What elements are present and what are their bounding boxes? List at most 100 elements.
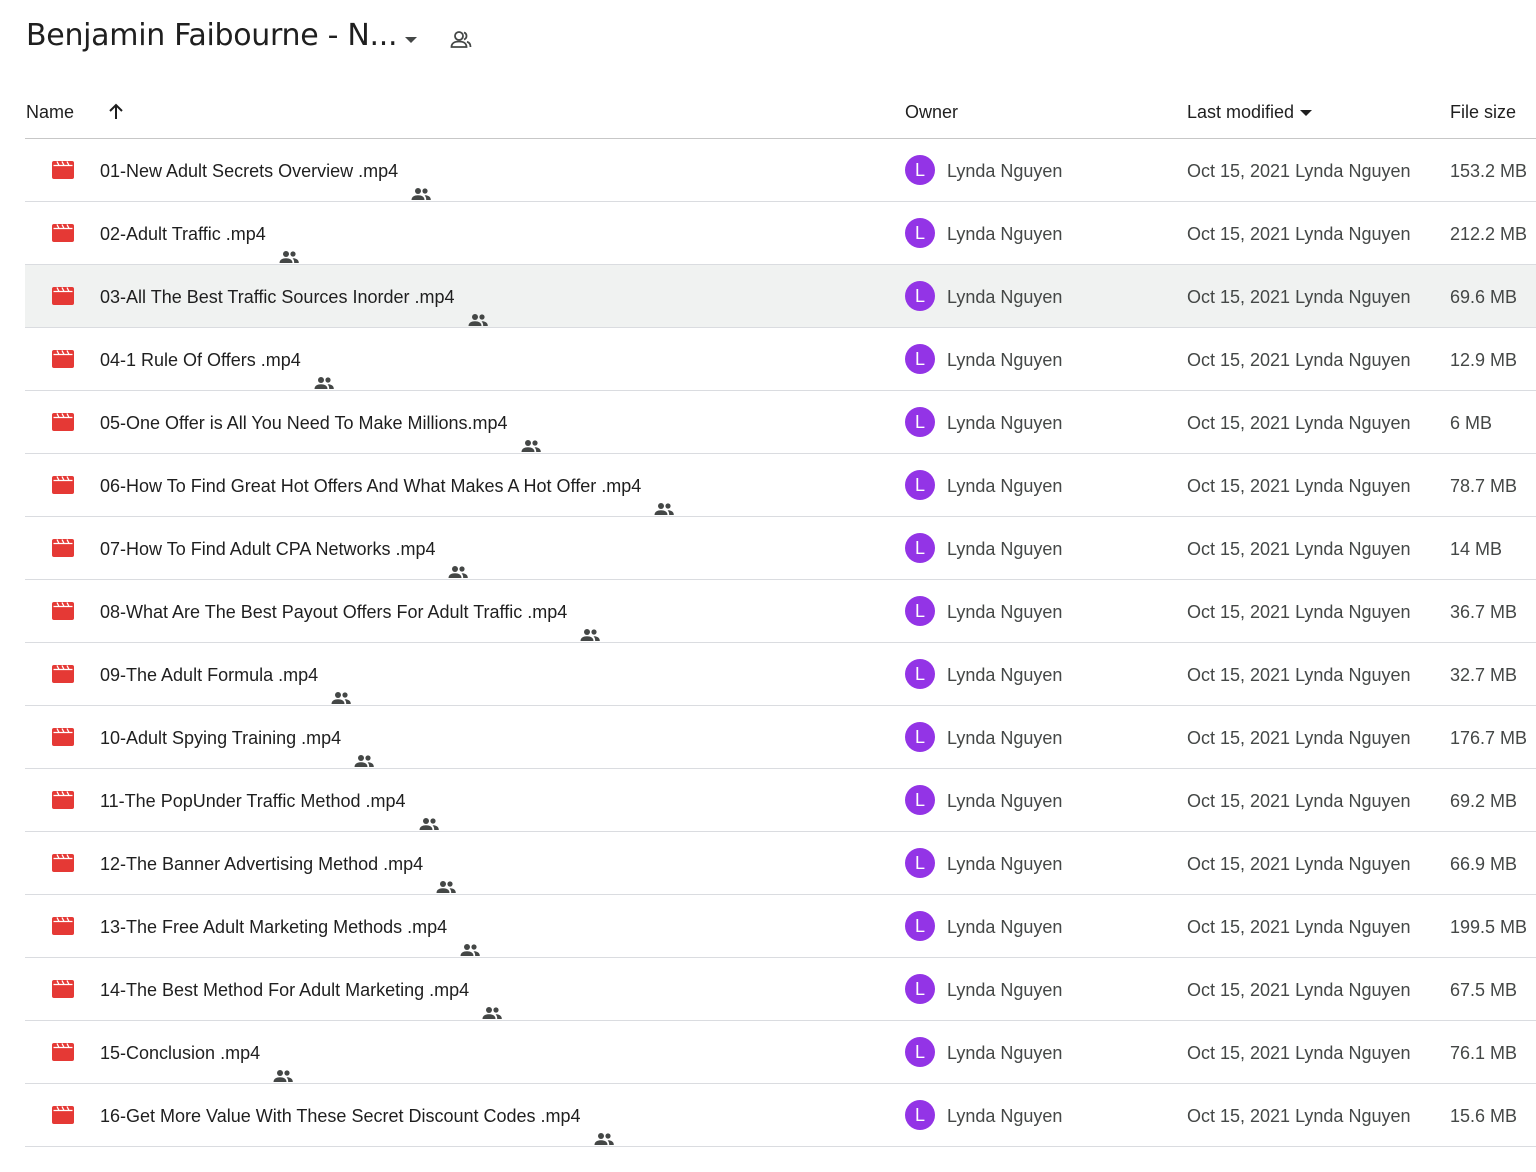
owner-name: Lynda Nguyen <box>947 161 1063 181</box>
column-owner-header[interactable]: Owner <box>905 82 958 138</box>
owner-avatar[interactable]: L <box>905 1037 935 1067</box>
file-row[interactable]: 12-The Banner Advertising Method .mp4 L … <box>25 832 1536 895</box>
file-name[interactable]: 16-Get More Value With These Secret Disc… <box>100 1084 615 1146</box>
person-outline-icon[interactable] <box>448 27 474 53</box>
owner-name: Lynda Nguyen <box>947 539 1063 559</box>
file-size: 67.5 MB <box>1450 980 1518 1000</box>
video-file-icon <box>52 665 74 683</box>
caret-down-icon[interactable] <box>400 30 422 50</box>
last-modified: Oct 15, 2021 Lynda Nguyen <box>1187 854 1411 874</box>
owner-name: Lynda Nguyen <box>947 1043 1063 1063</box>
file-size: 14 MB <box>1450 539 1503 559</box>
shared-people-icon <box>330 667 352 705</box>
owner-avatar[interactable]: L <box>905 911 935 941</box>
file-row[interactable]: 01-New Adult Secrets Overview .mp4 L Lyn… <box>25 139 1536 202</box>
last-modified: Oct 15, 2021 Lynda Nguyen <box>1187 1106 1411 1126</box>
owner-avatar[interactable]: L <box>905 155 935 185</box>
owner-avatar[interactable]: L <box>905 1100 935 1130</box>
file-name-text: 12-The Banner Advertising Method .mp4 <box>100 854 424 874</box>
video-file-icon <box>52 287 74 305</box>
owner-avatar[interactable]: L <box>905 596 935 626</box>
owner-avatar[interactable]: L <box>905 533 935 563</box>
file-row[interactable]: 15-Conclusion .mp4 L Lynda Nguyen Oct 15… <box>25 1021 1536 1084</box>
owner-avatar[interactable]: L <box>905 722 935 752</box>
shared-people-icon <box>467 289 489 327</box>
column-name-header[interactable]: Name <box>26 82 74 138</box>
file-row[interactable]: 04-1 Rule Of Offers .mp4 L Lynda Nguyen … <box>25 328 1536 391</box>
file-row[interactable]: 16-Get More Value With These Secret Disc… <box>25 1084 1536 1147</box>
column-file-size-header[interactable]: File size <box>1450 82 1516 138</box>
file-name[interactable]: 04-1 Rule Of Offers .mp4 <box>100 328 335 390</box>
video-file-icon <box>52 476 74 494</box>
video-file-icon <box>52 980 74 998</box>
owner-avatar[interactable]: L <box>905 218 935 248</box>
file-list: 01-New Adult Secrets Overview .mp4 L Lyn… <box>25 139 1536 1147</box>
file-name-text: 03-All The Best Traffic Sources Inorder … <box>100 287 455 307</box>
video-file-icon <box>52 728 74 746</box>
file-size: 176.7 MB <box>1450 728 1528 748</box>
owner-name: Lynda Nguyen <box>947 728 1063 748</box>
file-name-text: 16-Get More Value With These Secret Disc… <box>100 1106 581 1126</box>
shared-people-icon <box>435 856 457 894</box>
last-modified: Oct 15, 2021 Lynda Nguyen <box>1187 791 1411 811</box>
file-name[interactable]: 07-How To Find Adult CPA Networks .mp4 <box>100 517 469 579</box>
arrow-up-icon[interactable] <box>105 101 127 123</box>
file-name-text: 04-1 Rule Of Offers .mp4 <box>100 350 301 370</box>
file-row[interactable]: 02-Adult Traffic .mp4 L Lynda Nguyen Oct… <box>25 202 1536 265</box>
file-name[interactable]: 14-The Best Method For Adult Marketing .… <box>100 958 503 1020</box>
file-size: 69.6 MB <box>1450 287 1518 307</box>
file-size: 12.9 MB <box>1450 350 1518 370</box>
owner-avatar[interactable]: L <box>905 407 935 437</box>
file-row[interactable]: 14-The Best Method For Adult Marketing .… <box>25 958 1536 1021</box>
file-name[interactable]: 13-The Free Adult Marketing Methods .mp4 <box>100 895 481 957</box>
last-modified: Oct 15, 2021 Lynda Nguyen <box>1187 350 1411 370</box>
owner-avatar[interactable]: L <box>905 785 935 815</box>
file-row[interactable]: 06-How To Find Great Hot Offers And What… <box>25 454 1536 517</box>
file-name[interactable]: 10-Adult Spying Training .mp4 <box>100 706 375 768</box>
shared-people-icon <box>278 226 300 264</box>
video-file-icon <box>52 1043 74 1061</box>
file-row[interactable]: 03-All The Best Traffic Sources Inorder … <box>25 265 1536 328</box>
last-modified: Oct 15, 2021 Lynda Nguyen <box>1187 539 1411 559</box>
file-row[interactable]: 13-The Free Adult Marketing Methods .mp4… <box>25 895 1536 958</box>
video-file-icon <box>52 854 74 872</box>
file-row[interactable]: 10-Adult Spying Training .mp4 L Lynda Ng… <box>25 706 1536 769</box>
file-name[interactable]: 09-The Adult Formula .mp4 <box>100 643 352 705</box>
file-row[interactable]: 05-One Offer is All You Need To Make Mil… <box>25 391 1536 454</box>
column-last-modified-header[interactable]: Last modified <box>1187 82 1314 138</box>
folder-header: Benjamin Faibourne - N... <box>0 0 1536 80</box>
file-size: 69.2 MB <box>1450 791 1518 811</box>
file-name[interactable]: 05-One Offer is All You Need To Make Mil… <box>100 391 542 453</box>
owner-avatar[interactable]: L <box>905 281 935 311</box>
file-name[interactable]: 11-The PopUnder Traffic Method .mp4 <box>100 769 440 831</box>
file-name[interactable]: 06-How To Find Great Hot Offers And What… <box>100 454 675 516</box>
file-name[interactable]: 01-New Adult Secrets Overview .mp4 <box>100 139 432 201</box>
owner-name: Lynda Nguyen <box>947 917 1063 937</box>
file-name[interactable]: 02-Adult Traffic .mp4 <box>100 202 300 264</box>
shared-people-icon <box>593 1108 615 1146</box>
file-row[interactable]: 09-The Adult Formula .mp4 L Lynda Nguyen… <box>25 643 1536 706</box>
file-row[interactable]: 11-The PopUnder Traffic Method .mp4 L Ly… <box>25 769 1536 832</box>
file-name[interactable]: 15-Conclusion .mp4 <box>100 1021 294 1083</box>
owner-avatar[interactable]: L <box>905 344 935 374</box>
owner-avatar[interactable]: L <box>905 659 935 689</box>
file-name[interactable]: 12-The Banner Advertising Method .mp4 <box>100 832 457 894</box>
file-name-text: 05-One Offer is All You Need To Make Mil… <box>100 413 508 433</box>
owner-avatar[interactable]: L <box>905 848 935 878</box>
file-size: 212.2 MB <box>1450 224 1528 244</box>
owner-avatar[interactable]: L <box>905 470 935 500</box>
video-file-icon <box>52 224 74 242</box>
folder-title[interactable]: Benjamin Faibourne - N... <box>26 18 398 53</box>
file-name[interactable]: 03-All The Best Traffic Sources Inorder … <box>100 265 489 327</box>
column-last-modified-label: Last modified <box>1187 102 1295 122</box>
shared-people-icon <box>481 982 503 1020</box>
shared-people-icon <box>410 163 432 201</box>
file-row[interactable]: 08-What Are The Best Payout Offers For A… <box>25 580 1536 643</box>
last-modified: Oct 15, 2021 Lynda Nguyen <box>1187 980 1411 1000</box>
owner-avatar[interactable]: L <box>905 974 935 1004</box>
caret-down-icon[interactable] <box>1298 107 1314 119</box>
file-name[interactable]: 08-What Are The Best Payout Offers For A… <box>100 580 601 642</box>
file-row[interactable]: 07-How To Find Adult CPA Networks .mp4 L… <box>25 517 1536 580</box>
file-name-text: 13-The Free Adult Marketing Methods .mp4 <box>100 917 448 937</box>
owner-name: Lynda Nguyen <box>947 665 1063 685</box>
